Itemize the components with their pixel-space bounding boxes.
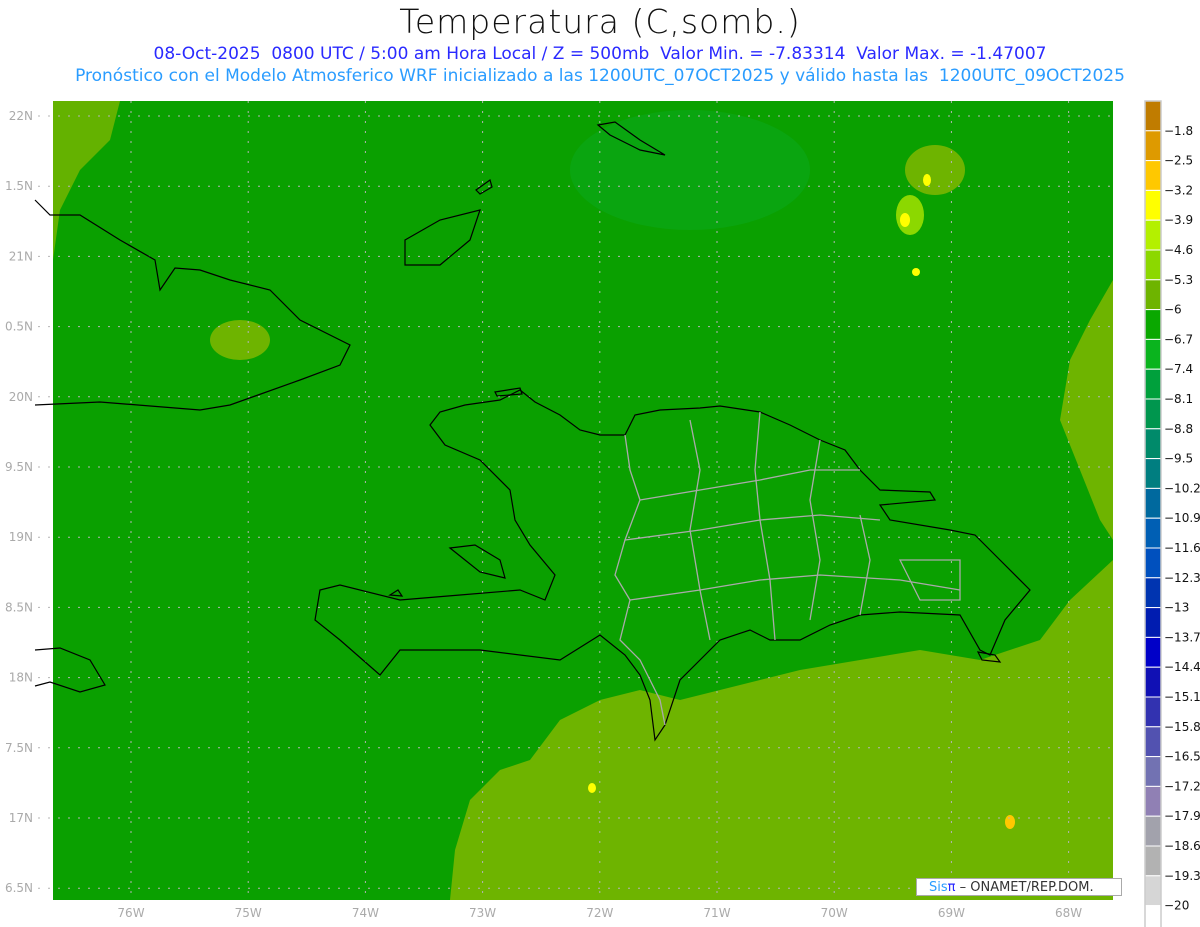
lat-tick-label: 20N <box>9 390 33 404</box>
colorbar-label: −17.2 <box>1164 779 1200 793</box>
colorbar-swatch <box>1144 249 1162 281</box>
lat-tick-label: 0.5N <box>5 320 33 334</box>
colorbar-swatch <box>1144 756 1162 787</box>
colorbar-swatch <box>1144 428 1162 460</box>
colorbar-swatch <box>1144 547 1162 579</box>
colorbar-swatch <box>1144 636 1162 668</box>
lat-tick-label: 19N <box>9 530 33 544</box>
lon-tick-label: 71W <box>703 906 730 920</box>
colorbar-swatch <box>1144 219 1162 251</box>
colorbar-label: −11.6 <box>1164 541 1200 555</box>
colorbar-swatch <box>1144 487 1162 519</box>
lat-tick-label: 6.5N <box>5 881 33 895</box>
colorbar-label: −4.6 <box>1164 243 1193 257</box>
colorbar: −1.8 −2.5 −3.2 −3.9 −4.6 −5.3 −6 −6.7 −7.4 −8.1 −8… <box>1144 100 1200 927</box>
colorbar-label: −8.8 <box>1164 422 1193 436</box>
field-warm-patch <box>210 320 270 360</box>
colorbar-label: −17.9 <box>1164 809 1200 823</box>
colorbar-label: −16.5 <box>1164 750 1200 764</box>
colorbar-label: −1.8 <box>1164 124 1193 138</box>
colorbar-label: −3.2 <box>1164 183 1193 197</box>
credit-text: – ONAMET/REP.DOM. <box>955 880 1094 895</box>
colorbar-label: −10.2 <box>1164 481 1200 495</box>
colorbar-swatch <box>1144 607 1162 638</box>
colorbar-swatch <box>1144 905 1162 927</box>
lon-tick-label: 70W <box>821 906 848 920</box>
credit-brand-a: Sis <box>929 880 948 895</box>
temperature-map: 76W 75W 74W 73W 72W 71W 70W 69W 68W 22N 1.5N 21N 0.5… <box>5 100 1200 927</box>
colorbar-label: −15.8 <box>1164 720 1200 734</box>
colorbar-swatch <box>1144 368 1162 400</box>
lat-tick-label: 17N <box>9 811 33 825</box>
lat-tick-label: 18N <box>9 671 33 685</box>
colorbar-swatch <box>1144 100 1162 132</box>
lon-tick-label: 68W <box>1055 906 1082 920</box>
colorbar-label: −6.7 <box>1164 332 1193 346</box>
colorbar-swatch <box>1144 785 1162 817</box>
field-hot-spot <box>1005 815 1015 829</box>
colorbar-label: −20 <box>1164 899 1189 913</box>
colorbar-swatch <box>1144 338 1162 370</box>
lon-tick-label: 74W <box>352 906 379 920</box>
lon-tick-label: 73W <box>469 906 496 920</box>
field-hot-spot <box>923 174 931 186</box>
lat-tick-label: 21N <box>9 249 33 263</box>
colorbar-swatch <box>1144 398 1162 430</box>
colorbar-label: −12.3 <box>1164 571 1200 585</box>
colorbar-swatch <box>1144 666 1162 698</box>
colorbar-label: −9.5 <box>1164 452 1193 466</box>
colorbar-swatch <box>1144 130 1162 162</box>
valid-time-subtitle: 08-Oct-2025 0800 UTC / 5:00 am Hora Loca… <box>153 44 1047 64</box>
colorbar-label: −13.7 <box>1164 630 1200 644</box>
field-hot-spot <box>900 213 910 227</box>
credit-box: Sisπ – ONAMET/REP.DOM. <box>916 878 1122 896</box>
lat-tick-label: 9.5N <box>5 460 33 474</box>
lon-tick-label: 75W <box>235 906 262 920</box>
map-title: Temperatura (C,somb.) <box>399 2 801 41</box>
lon-tick-label: 69W <box>938 906 965 920</box>
colorbar-label: −10.9 <box>1164 511 1200 525</box>
colorbar-swatch <box>1144 517 1162 549</box>
lat-tick-label: 8.5N <box>5 600 33 614</box>
colorbar-label: −8.1 <box>1164 392 1193 406</box>
lon-tick-label: 72W <box>586 906 613 920</box>
colorbar-label: −2.5 <box>1164 154 1193 168</box>
colorbar-label: −7.4 <box>1164 362 1193 376</box>
colorbar-label: −3.9 <box>1164 213 1193 227</box>
colorbar-label: −18.6 <box>1164 839 1200 853</box>
field-warm-patch <box>905 145 965 195</box>
colorbar-swatch <box>1144 189 1162 221</box>
colorbar-swatch <box>1144 726 1162 758</box>
colorbar-swatch <box>1144 309 1162 340</box>
colorbar-swatch <box>1144 458 1162 489</box>
model-info-subtitle: Pronóstico con el Modelo Atmosferico WRF… <box>75 66 1125 86</box>
colorbar-label: −13 <box>1164 601 1189 615</box>
colorbar-label: −15.1 <box>1164 690 1200 704</box>
lat-tick-label: 22N <box>9 109 33 123</box>
colorbar-swatch <box>1144 875 1162 907</box>
colorbar-label: −19.3 <box>1164 869 1200 883</box>
colorbar-label: −14.4 <box>1164 660 1200 674</box>
lat-tick-label: 1.5N <box>5 179 33 193</box>
field-warm-patch <box>896 195 924 235</box>
field-cool-patch <box>570 110 810 230</box>
colorbar-label: −6 <box>1164 303 1182 317</box>
colorbar-swatch <box>1144 160 1162 191</box>
colorbar-swatch <box>1144 845 1162 877</box>
colorbar-swatch <box>1144 696 1162 728</box>
colorbar-swatch <box>1144 577 1162 609</box>
lat-tick-label: 7.5N <box>5 741 33 755</box>
lon-tick-label: 76W <box>117 906 144 920</box>
colorbar-label: −5.3 <box>1164 273 1193 287</box>
colorbar-swatch <box>1144 815 1162 847</box>
colorbar-swatch <box>1144 279 1162 311</box>
temperature-field <box>53 101 1113 900</box>
field-hot-spot <box>588 783 596 793</box>
field-hot-spot <box>912 268 920 276</box>
